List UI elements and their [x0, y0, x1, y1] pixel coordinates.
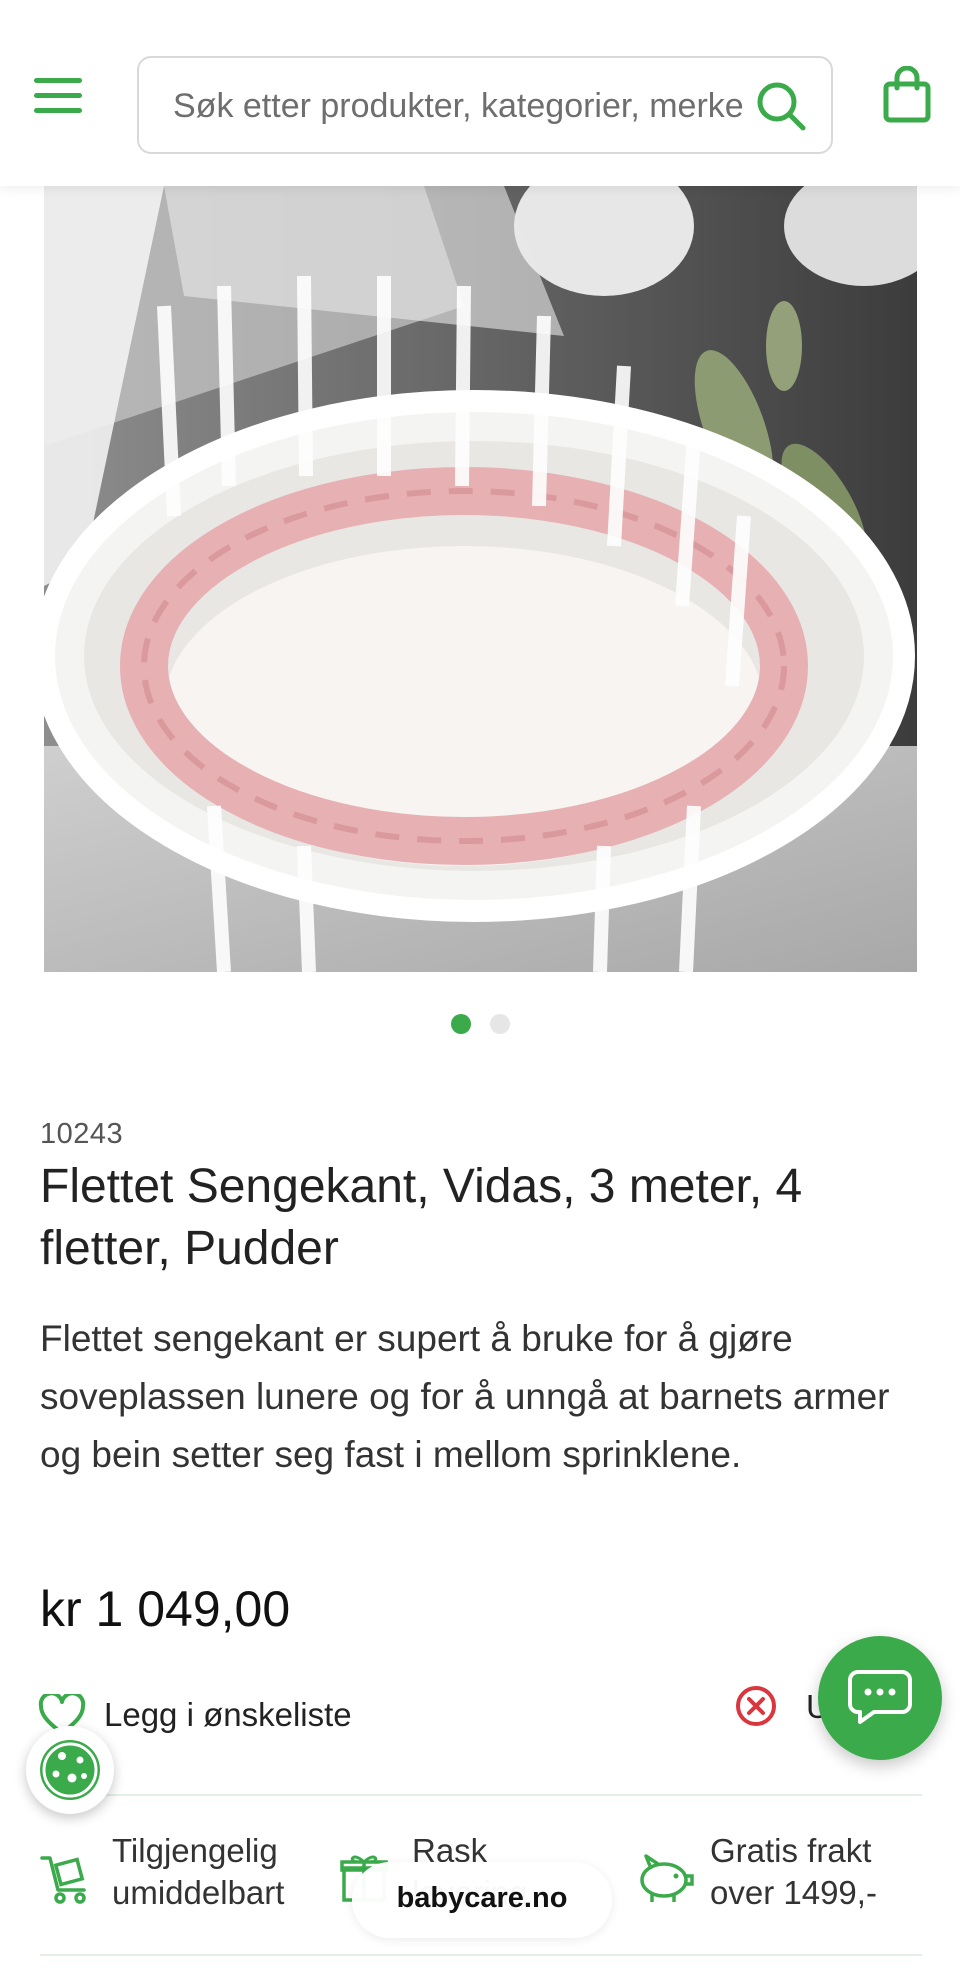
- cookie-icon: [40, 1740, 100, 1800]
- carousel-indicators: [0, 1010, 960, 1040]
- wishlist-label: Legg i ønskeliste: [104, 1696, 352, 1733]
- search-input[interactable]: [173, 78, 743, 134]
- browser-url-pill[interactable]: babycare.no: [352, 1862, 612, 1938]
- usp-free-shipping: Gratis frakt over 1499,-: [636, 1830, 936, 1930]
- close-circle-icon: [736, 1686, 776, 1726]
- product-title: Flettet Sengekant, Vidas, 3 meter, 4 fle…: [40, 1160, 803, 1275]
- usp-availability: Tilgjengelig umiddelbart: [38, 1830, 328, 1930]
- piggy-bank-icon: [640, 1854, 694, 1902]
- divider: [40, 1954, 922, 1956]
- carousel-dot-1[interactable]: [451, 1014, 471, 1034]
- hamburger-menu-icon[interactable]: [34, 78, 82, 114]
- usp-line: Gratis frakt: [710, 1832, 872, 1869]
- shopping-bag-icon[interactable]: [882, 66, 932, 124]
- search-icon[interactable]: [753, 78, 809, 134]
- usp-line: over 1499,-: [710, 1874, 877, 1911]
- browser-domain: babycare.no: [396, 1882, 568, 1914]
- search-box[interactable]: [137, 56, 833, 154]
- chat-bubble-icon: [848, 1670, 912, 1724]
- divider: [40, 1794, 922, 1796]
- cart-icon: [40, 1856, 86, 1904]
- product-description: Flettet sengekant er supert å bruke for …: [40, 1318, 890, 1475]
- product-sku: 10243: [40, 1118, 124, 1150]
- product-price: kr 1 049,00: [40, 1581, 291, 1637]
- chat-button[interactable]: [818, 1636, 942, 1760]
- usp-line: umiddelbart: [112, 1874, 285, 1911]
- cookie-settings-button[interactable]: [26, 1726, 114, 1814]
- site-header: [0, 0, 960, 186]
- usp-line: Tilgjengelig: [112, 1832, 278, 1869]
- product-image[interactable]: [44, 186, 917, 972]
- carousel-dot-2[interactable]: [490, 1014, 510, 1034]
